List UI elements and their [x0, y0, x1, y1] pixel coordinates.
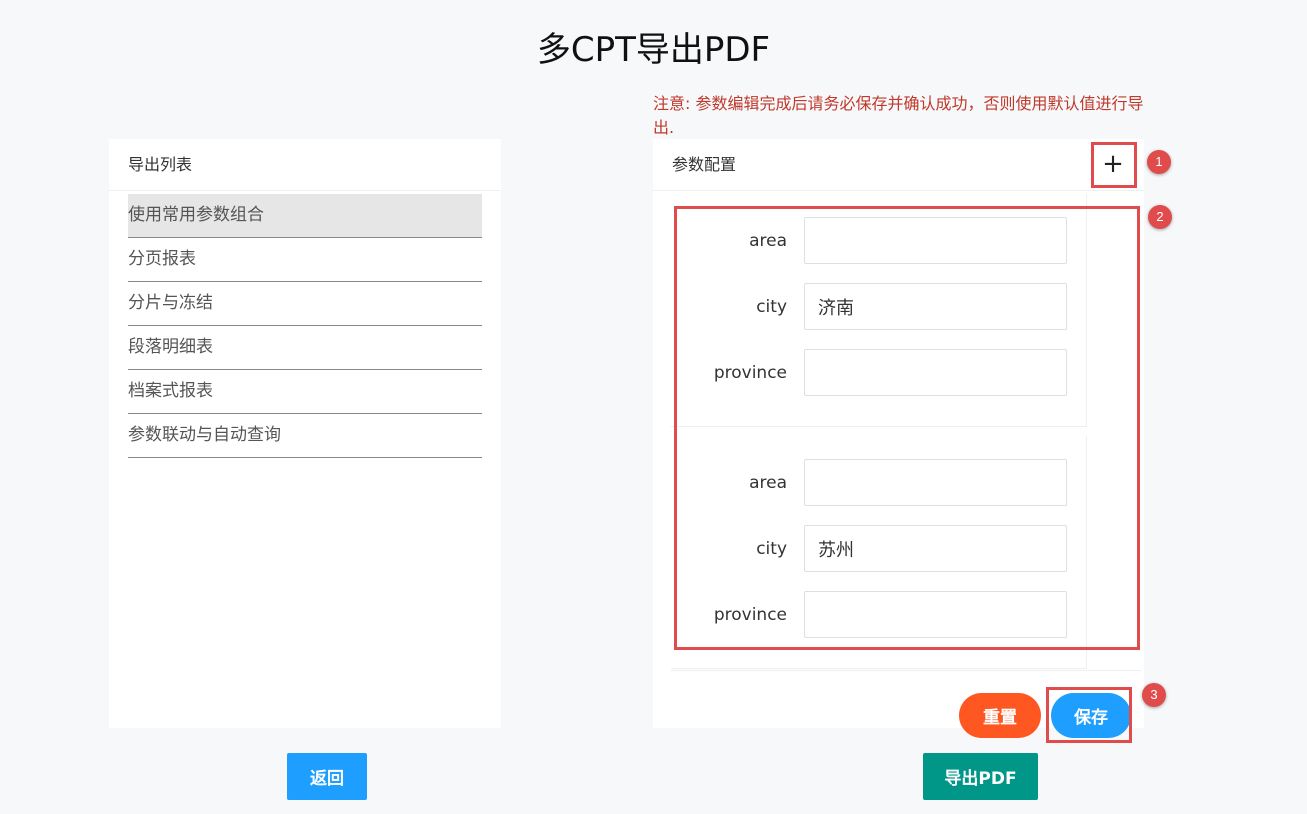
export-list-panel: 导出列表 使用常用参数组合 分页报表 分片与冻结 段落明细表 档案式报表 参数联… — [109, 139, 501, 728]
list-item[interactable]: 段落明细表 — [128, 326, 482, 370]
panel-divider — [671, 670, 1141, 671]
param-config-header: 参数配置 — [653, 139, 1144, 191]
field-row: area — [671, 459, 1087, 507]
province-input[interactable] — [804, 349, 1067, 396]
field-row: province — [671, 591, 1087, 639]
save-button[interactable]: 保存 — [1051, 693, 1131, 738]
param-group: area city province — [671, 436, 1087, 669]
param-groups: area city province area city provi — [671, 194, 1141, 672]
list-item[interactable]: 分片与冻结 — [128, 282, 482, 326]
page-title: 多CPT导出PDF — [536, 30, 771, 70]
field-label-province: province — [713, 363, 787, 383]
export-pdf-button[interactable]: 导出PDF — [923, 753, 1038, 800]
export-list-header: 导出列表 — [109, 139, 501, 191]
annotation-badge: 3 — [1142, 683, 1166, 707]
back-button[interactable]: 返回 — [287, 753, 367, 800]
annotation-badge: 2 — [1148, 205, 1172, 229]
city-input[interactable] — [804, 283, 1067, 330]
field-label-city: city — [756, 539, 787, 559]
province-input[interactable] — [804, 591, 1067, 638]
area-input[interactable] — [804, 217, 1067, 264]
field-row: city — [671, 283, 1087, 331]
field-row: area — [671, 217, 1087, 265]
plus-icon: + — [1102, 149, 1124, 179]
list-item[interactable]: 档案式报表 — [128, 370, 482, 414]
param-config-panel: 参数配置 + area city province area — [653, 139, 1144, 738]
add-group-button[interactable]: + — [1091, 143, 1135, 187]
list-item[interactable]: 参数联动与自动查询 — [128, 414, 482, 458]
field-label-area: area — [749, 231, 787, 251]
annotation-badge: 1 — [1147, 150, 1171, 174]
reset-button[interactable]: 重置 — [959, 693, 1041, 738]
field-label-city: city — [756, 297, 787, 317]
list-item[interactable]: 分页报表 — [128, 238, 482, 282]
area-input[interactable] — [804, 459, 1067, 506]
city-input[interactable] — [804, 525, 1067, 572]
param-group: area city province — [671, 194, 1087, 427]
field-label-province: province — [713, 605, 787, 625]
notice-text: 注意: 参数编辑完成后请务必保存并确认成功，否则使用默认值进行导出. — [653, 94, 1144, 137]
list-item[interactable]: 使用常用参数组合 — [128, 194, 482, 238]
field-row: city — [671, 525, 1087, 573]
field-label-area: area — [749, 473, 787, 493]
field-row: province — [671, 349, 1087, 397]
export-list: 使用常用参数组合 分页报表 分片与冻结 段落明细表 档案式报表 参数联动与自动查… — [128, 194, 482, 458]
